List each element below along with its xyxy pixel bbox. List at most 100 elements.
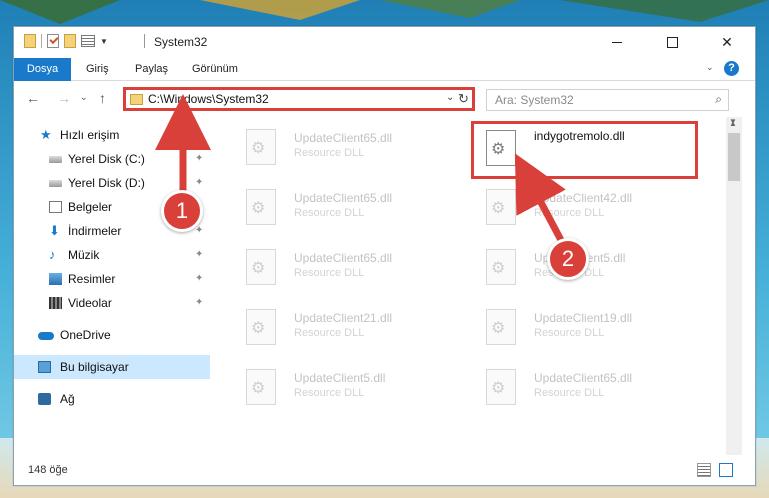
cloud-icon [38, 332, 54, 340]
dll-file-icon [246, 249, 276, 285]
file-item[interactable]: UpdateClient42.dll Resource DLL [474, 183, 704, 237]
search-icon[interactable]: ⌕ [715, 92, 722, 107]
search-input[interactable]: Ara: System32 ⌕ [486, 89, 729, 111]
sidebar-item-pictures[interactable]: Resimler ✦ [14, 267, 210, 291]
file-name: UpdateClient21.dll [294, 311, 393, 325]
file-name: UpdateClient65.dll [294, 191, 393, 205]
file-type: Resource DLL [534, 327, 605, 339]
sidebar-item-local-disk-c[interactable]: Yerel Disk (C:) ✦ [14, 147, 210, 171]
scrollbar-thumb[interactable] [728, 133, 740, 181]
file-type: Resource DLL [294, 267, 365, 279]
file-type: Resource DLL [294, 147, 365, 159]
title-bar: ▼ System32 ✕ [14, 27, 755, 57]
address-bar[interactable]: C:\Windows\System32 ⌄ [123, 87, 474, 111]
toolbar-divider [41, 34, 42, 48]
sidebar-item-label: Bu bilgisayar [60, 360, 129, 374]
pin-icon: ✦ [195, 177, 204, 188]
minimize-button[interactable] [594, 27, 640, 57]
dll-file-icon [246, 369, 276, 405]
folder-icon[interactable] [24, 34, 36, 48]
dll-file-icon [246, 309, 276, 345]
computer-icon [38, 361, 51, 373]
file-name: indygotremolo.dll [534, 129, 625, 143]
sidebar-item-label: OneDrive [60, 328, 111, 342]
sidebar-item-label: Yerel Disk (C:) [68, 152, 145, 166]
expand-ribbon-icon[interactable]: ⌄ [706, 62, 714, 73]
maximize-button[interactable] [649, 27, 695, 57]
quick-access-toolbar: ▼ [24, 34, 108, 48]
sidebar-item-label: Müzik [68, 248, 100, 262]
dll-file-icon [246, 129, 276, 165]
forward-button[interactable]: → [57, 90, 71, 106]
sidebar-item-label: Belgeler [68, 200, 113, 214]
vertical-scrollbar[interactable]: ▲ ▼ [726, 117, 742, 455]
file-item[interactable]: UpdateClient65.dll Resource DLL [474, 363, 704, 417]
video-icon [49, 297, 62, 309]
file-explorer-window: ▼ System32 ✕ Dosya Giriş Paylaş Görünüm … [13, 26, 756, 486]
properties-icon[interactable] [81, 35, 95, 47]
up-button[interactable]: ↑ [99, 90, 106, 106]
refresh-button[interactable]: ↻ [455, 87, 475, 111]
file-list: UpdateClient65.dll Resource DLL indygotr… [224, 117, 724, 455]
close-button[interactable]: ✕ [704, 27, 750, 57]
item-count: 148 öğe [28, 464, 68, 476]
tab-home[interactable]: Giriş [86, 58, 109, 80]
address-path[interactable]: C:\Windows\System32 [148, 92, 269, 106]
pin-icon: ✦ [195, 249, 204, 260]
file-item[interactable]: UpdateClient65.dll Resource DLL [234, 183, 464, 237]
sidebar-item-label: Ağ [60, 392, 75, 406]
chevron-down-icon[interactable]: ▼ [100, 37, 108, 46]
file-item[interactable]: UpdateClient65.dll Resource DLL [234, 123, 464, 177]
pin-icon: ✦ [195, 153, 204, 164]
step-2-badge: 2 [547, 238, 589, 280]
window-title: System32 [154, 35, 208, 49]
sidebar-item-network[interactable]: Ağ [14, 387, 210, 411]
chevron-down-icon[interactable]: ⌄ [446, 92, 454, 103]
sidebar-item-onedrive[interactable]: OneDrive [14, 323, 210, 347]
sidebar-item-label: Hızlı erişim [60, 128, 120, 142]
pin-icon: ✦ [195, 273, 204, 284]
sidebar-item-videos[interactable]: Videolar ✦ [14, 291, 210, 315]
file-item[interactable]: UpdateClient5.dll Resource DLL [474, 243, 704, 297]
file-name: UpdateClient42.dll [534, 191, 633, 205]
file-item-highlighted[interactable]: indygotremolo.dll [471, 121, 698, 179]
file-item[interactable]: UpdateClient19.dll Resource DLL [474, 303, 704, 357]
dll-file-icon [486, 249, 516, 285]
file-name: UpdateClient5.dll [294, 371, 386, 385]
back-button[interactable]: ← [26, 90, 40, 106]
checkmark-icon[interactable] [47, 34, 59, 48]
sidebar-item-this-pc[interactable]: Bu bilgisayar [14, 355, 210, 379]
help-button[interactable]: ? [724, 61, 739, 76]
dll-file-icon [246, 189, 276, 225]
drive-icon [49, 180, 62, 187]
file-name: UpdateClient65.dll [294, 251, 393, 265]
dll-file-icon [486, 309, 516, 345]
scroll-down-icon[interactable]: ▼ [729, 117, 737, 126]
file-item[interactable]: UpdateClient65.dll Resource DLL [234, 243, 464, 297]
file-item[interactable]: UpdateClient5.dll Resource DLL [234, 363, 464, 417]
tab-view[interactable]: Görünüm [192, 58, 238, 80]
navigation-pane: ★ Hızlı erişim Yerel Disk (C:) ✦ Yerel D… [14, 117, 210, 455]
sidebar-item-music[interactable]: ♪ Müzik ✦ [14, 243, 210, 267]
file-name: UpdateClient65.dll [294, 131, 393, 145]
large-icons-view-button[interactable] [719, 463, 733, 477]
file-type: Resource DLL [294, 207, 365, 219]
new-folder-icon[interactable] [64, 34, 76, 48]
dll-file-icon [486, 189, 516, 225]
sidebar-item-quick-access[interactable]: ★ Hızlı erişim [14, 123, 210, 147]
navigation-bar: ← → ⌄ ↑ C:\Windows\System32 ⌄ ↻ Ara: Sys… [14, 81, 755, 117]
document-icon [49, 201, 62, 213]
sidebar-item-label: Resimler [68, 272, 116, 286]
sidebar-item-label: İndirmeler [68, 224, 122, 238]
file-type: Resource DLL [534, 387, 605, 399]
recent-locations-chevron-icon[interactable]: ⌄ [80, 92, 88, 103]
dll-file-icon [486, 130, 516, 166]
details-view-button[interactable] [697, 463, 711, 477]
file-type: Resource DLL [534, 207, 605, 219]
file-item[interactable]: UpdateClient21.dll Resource DLL [234, 303, 464, 357]
tab-share[interactable]: Paylaş [135, 58, 168, 80]
step-1-badge: 1 [161, 190, 203, 232]
ribbon-tabs: Dosya Giriş Paylaş Görünüm ⌄ ? [14, 58, 755, 112]
pictures-icon [49, 273, 62, 285]
file-name: UpdateClient65.dll [534, 371, 633, 385]
